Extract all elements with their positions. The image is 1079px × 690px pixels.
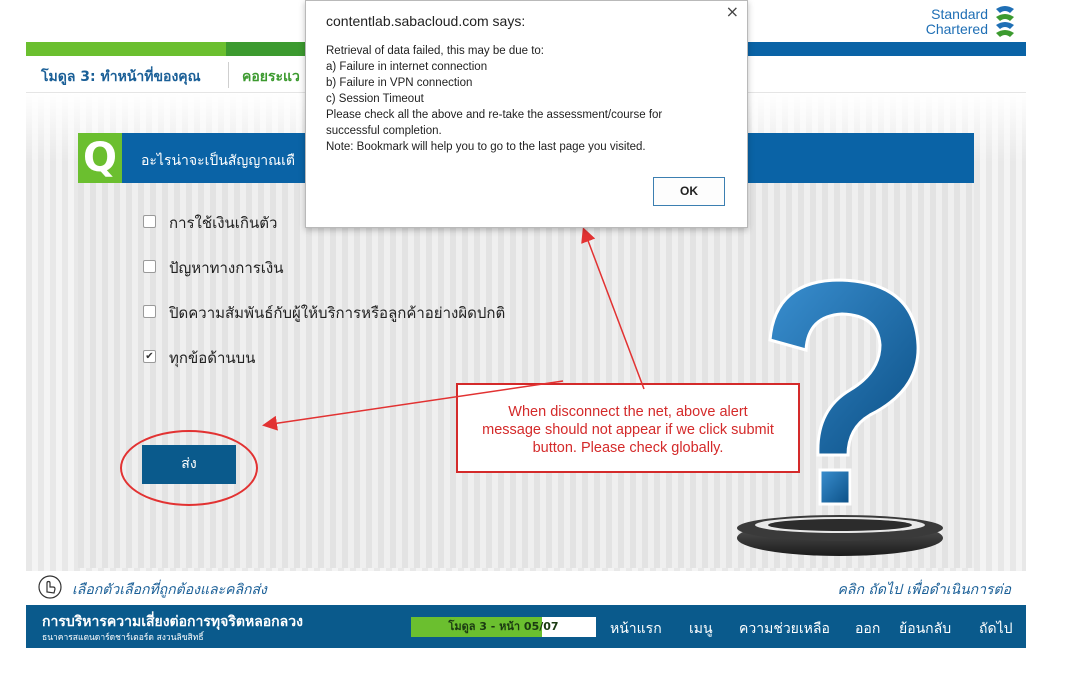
alert-line: a) Failure in internet connection	[326, 61, 488, 73]
option-checkbox[interactable]	[143, 215, 156, 228]
standard-chartered-logo: Standard Chartered	[918, 2, 1026, 42]
alert-line: Note: Bookmark will help you to go to th…	[326, 141, 646, 153]
hand-pointer-icon	[38, 575, 62, 599]
nav-next[interactable]: ถัดไป	[979, 618, 1013, 640]
option-checkbox[interactable]	[143, 305, 156, 318]
close-icon[interactable]: ×	[726, 2, 739, 21]
alert-message: Retrieval of data failed, this may be du…	[326, 43, 726, 155]
nav-menu[interactable]: เมนู	[689, 618, 713, 640]
breadcrumb-section[interactable]: คอยระแว	[242, 66, 300, 88]
nav-exit[interactable]: ออก	[855, 618, 880, 640]
alert-title: contentlab.sabacloud.com says:	[326, 13, 526, 29]
alert-line: c) Session Timeout	[326, 93, 424, 105]
option-label[interactable]: ทุกข้อด้านบน	[169, 346, 255, 370]
breadcrumb-module[interactable]: โมดูล 3: ทำหน้าที่ของคุณ	[41, 66, 201, 88]
question-letter: Q	[78, 133, 122, 183]
footer-bar: การบริหารความเสี่ยงต่อการทุจริตหลอกลวง ธ…	[26, 605, 1026, 648]
copyright-text: ธนาคารสแตนดาร์ดชาร์เตอร์ด สงวนลิขสิทธิ์	[42, 633, 204, 643]
annotation-note: When disconnect the net, above alert mes…	[456, 383, 800, 473]
nav-home[interactable]: หน้าแรก	[610, 618, 662, 640]
browser-alert-dialog: contentlab.sabacloud.com says: × Retriev…	[305, 0, 748, 228]
breadcrumb-divider	[228, 62, 229, 88]
progress-text: โมดูล 3 - หน้า 05/07	[448, 620, 559, 633]
alert-line: b) Failure in VPN connection	[326, 77, 473, 89]
progress-bar: โมดูล 3 - หน้า 05/07	[411, 617, 596, 637]
instruction-left: เลือกตัวเลือกที่ถูกต้องและคลิกส่ง	[72, 582, 267, 598]
instruction-right: คลิก ถัดไป เพื่อดำเนินการต่อ	[837, 582, 1011, 598]
logo-line-2: Chartered	[925, 21, 988, 37]
alert-ok-button[interactable]: OK	[653, 177, 725, 206]
brand-bar-green	[26, 42, 226, 56]
logo-mark-icon	[996, 6, 1014, 37]
annotation-highlight-ellipse	[120, 430, 258, 506]
logo-line-1: Standard	[931, 6, 988, 22]
instruction-bar: เลือกตัวเลือกที่ถูกต้องและคลิกส่ง คลิก ถ…	[26, 573, 1026, 603]
option-checkbox[interactable]	[143, 260, 156, 273]
annotation-line: When disconnect the net, above alert	[508, 404, 748, 420]
alert-line: successful completion.	[326, 125, 442, 137]
question-text: อะไรน่าจะเป็นสัญญาณเตื	[141, 153, 296, 169]
option-label[interactable]: ปิดความสัมพันธ์กับผู้ให้บริการหรือลูกค้า…	[169, 301, 505, 325]
nav-back[interactable]: ย้อนกลับ	[899, 618, 951, 640]
option-label[interactable]: การใช้เงินเกินตัว	[169, 211, 277, 235]
annotation-line: message should not appear if we click su…	[482, 422, 774, 438]
annotation-line: button. Please check globally.	[532, 440, 724, 456]
option-label[interactable]: ปัญหาทางการเงิน	[169, 256, 284, 280]
alert-line: Retrieval of data failed, this may be du…	[326, 45, 544, 57]
nav-help[interactable]: ความช่วยเหลือ	[739, 618, 830, 640]
option-checkbox-checked[interactable]: ✔	[143, 350, 156, 363]
alert-line: Please check all the above and re-take t…	[326, 109, 663, 121]
